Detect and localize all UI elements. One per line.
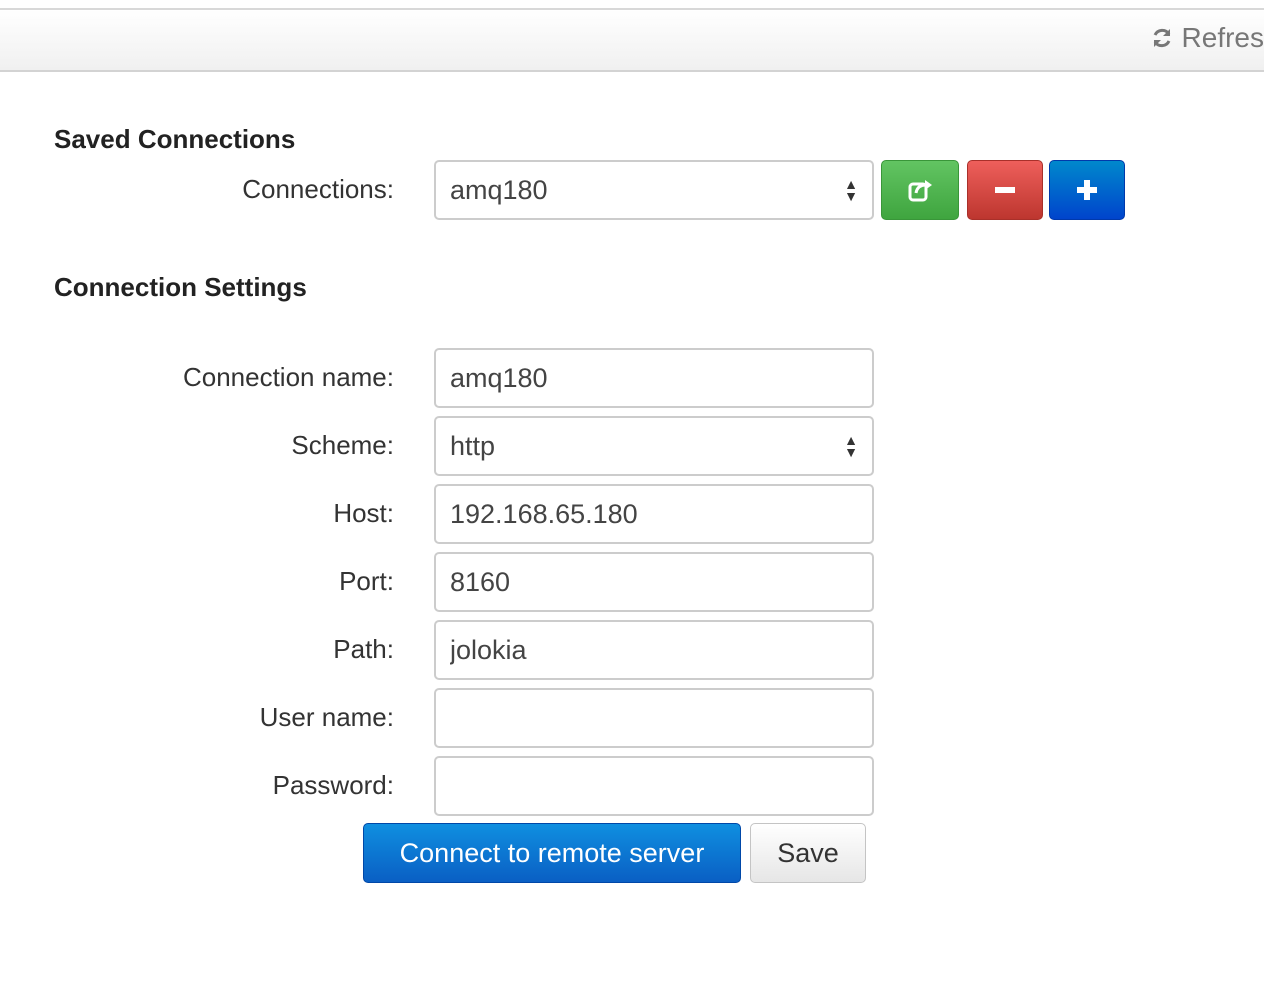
delete-connection-button[interactable]: [967, 160, 1043, 220]
refresh-icon: [1153, 28, 1170, 48]
refresh-link[interactable]: Refres: [1150, 22, 1264, 54]
scheme-label: Scheme:: [291, 430, 394, 460]
saved-connections-heading: Saved Connections: [54, 124, 296, 154]
connections-select-value: amq180: [450, 174, 548, 205]
username-input[interactable]: [434, 688, 874, 748]
connection-name-input[interactable]: [434, 348, 874, 408]
connect-button[interactable]: Connect to remote server: [363, 823, 741, 883]
select-arrows-icon: ▲ ▼: [844, 432, 858, 460]
host-label: Host:: [333, 498, 394, 528]
top-toolbar: Refres: [0, 8, 1264, 72]
refresh-label: Refres: [1181, 22, 1264, 53]
select-arrows-icon: ▲ ▼: [844, 176, 858, 204]
connections-label: Connections:: [242, 174, 394, 204]
scheme-select-value: http: [450, 430, 496, 461]
connection-name-label: Connection name:: [182, 362, 394, 392]
add-connection-button[interactable]: [1049, 160, 1125, 220]
connection-settings-heading: Connection Settings: [54, 272, 307, 302]
port-label: Port:: [339, 566, 394, 596]
port-input[interactable]: [434, 552, 874, 612]
username-label: User name:: [259, 702, 394, 732]
password-input[interactable]: [434, 756, 874, 816]
connect-saved-button[interactable]: [881, 160, 959, 220]
password-label: Password:: [272, 770, 394, 800]
scheme-select[interactable]: http ▲ ▼: [434, 416, 874, 476]
path-input[interactable]: [434, 620, 874, 680]
share-icon: [908, 180, 932, 202]
plus-icon: [1077, 180, 1097, 200]
save-button[interactable]: Save: [750, 823, 866, 883]
path-label: Path:: [333, 634, 394, 664]
host-input[interactable]: [434, 484, 874, 544]
minus-icon: [995, 187, 1015, 193]
connections-select[interactable]: amq180 ▲ ▼: [434, 160, 874, 220]
